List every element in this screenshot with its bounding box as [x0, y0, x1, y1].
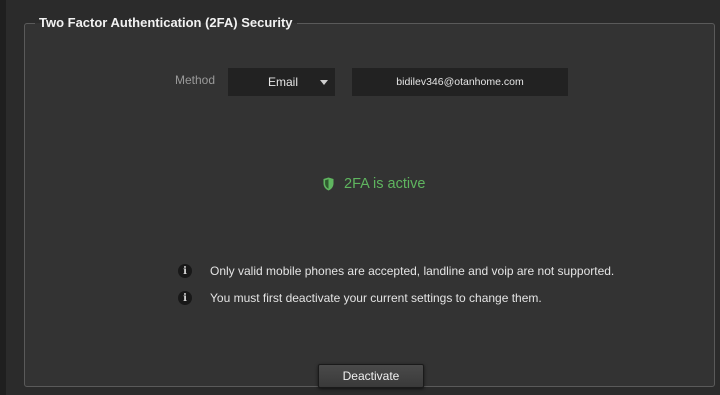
info-icon: i [178, 291, 192, 305]
email-field[interactable] [352, 68, 568, 96]
status-text: 2FA is active [344, 176, 426, 192]
method-select[interactable]: Email [228, 68, 335, 96]
info-note: i You must first deactivate your current… [178, 289, 542, 307]
twofa-status: 2FA is active [323, 174, 425, 194]
twofa-panel: Two Factor Authentication (2FA) Security… [24, 15, 715, 388]
method-selected-value: Email [268, 75, 299, 89]
page-background: Two Factor Authentication (2FA) Security… [0, 0, 720, 395]
info-note-text: You must first deactivate your current s… [210, 291, 542, 305]
info-icon: i [178, 264, 192, 278]
caret-down-icon [320, 80, 328, 85]
info-note: i Only valid mobile phones are accepted,… [178, 262, 614, 280]
panel-title: Two Factor Authentication (2FA) Security [39, 15, 293, 30]
info-note-text: Only valid mobile phones are accepted, l… [210, 264, 615, 278]
method-label: Method [175, 73, 216, 87]
deactivate-button[interactable]: Deactivate [318, 364, 424, 388]
shield-icon [323, 177, 334, 191]
